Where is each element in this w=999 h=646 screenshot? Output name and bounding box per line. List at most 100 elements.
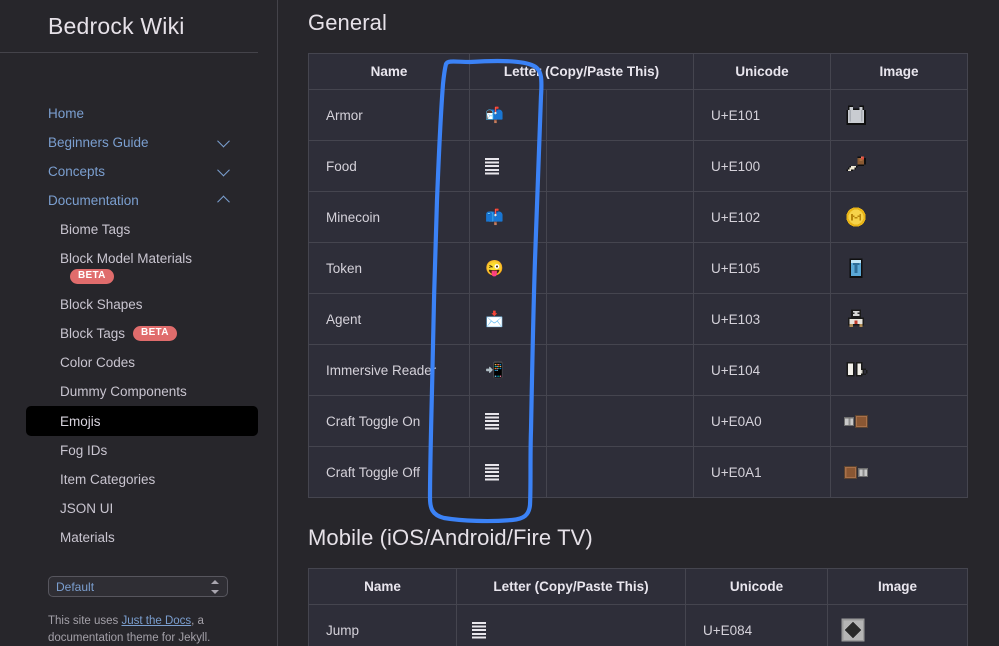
cell-letter[interactable] xyxy=(469,395,547,447)
sidebar-item-block-model-materials[interactable]: Block Model Materials BETA xyxy=(0,244,258,290)
token-icon xyxy=(849,258,863,278)
cell-letter[interactable] xyxy=(469,446,547,498)
sidebar-item-materials[interactable]: Materials xyxy=(0,523,258,552)
sidebar-nav: Home Beginners Guide Concepts Documentat… xyxy=(0,53,277,552)
site-title-container: Bedrock Wiki xyxy=(0,0,258,53)
tofu-glyph-icon xyxy=(485,412,499,430)
sidebar-item-block-tags[interactable]: Block Tags BETA xyxy=(0,319,258,348)
cell-image xyxy=(830,446,968,498)
tofu-glyph-icon xyxy=(485,463,499,481)
site-title[interactable]: Bedrock Wiki xyxy=(48,13,185,40)
table-row: Jump U+E084 xyxy=(308,604,968,646)
sidebar-item-concepts[interactable]: Concepts xyxy=(0,157,258,186)
just-the-docs-link[interactable]: Just the Docs xyxy=(122,615,192,627)
cell-unicode: U+E103 xyxy=(693,293,831,345)
cell-unicode: U+E102 xyxy=(693,191,831,243)
cell-unicode: U+E101 xyxy=(693,89,831,141)
cell-image xyxy=(827,604,968,646)
sidebar-item-label: Fog IDs xyxy=(60,443,108,458)
sidebar-item-item-categories[interactable]: Item Categories xyxy=(0,465,258,494)
table-row: Immersive Reader 📲 U+E104 xyxy=(308,344,968,396)
sidebar-item-label: Emojis xyxy=(60,413,101,429)
sidebar-item-documentation[interactable]: Documentation xyxy=(0,186,258,215)
craft-toggle-off-icon xyxy=(844,465,868,479)
column-header-image[interactable]: Image xyxy=(827,568,968,605)
cell-letter[interactable] xyxy=(456,604,686,646)
cell-letter-overflow xyxy=(546,242,694,294)
craft-toggle-on-icon xyxy=(844,414,868,428)
tofu-glyph-icon xyxy=(472,621,486,639)
sidebar-item-label: Home xyxy=(48,106,85,121)
cell-image xyxy=(830,140,968,192)
cell-letter[interactable]: 📬 xyxy=(469,89,547,141)
cell-unicode: U+E0A1 xyxy=(693,446,831,498)
chevron-down-icon[interactable] xyxy=(217,134,230,147)
table-row: Armor 📬 U+E101 xyxy=(308,89,968,141)
cell-unicode: U+E084 xyxy=(685,604,828,646)
armor-chestplate-icon xyxy=(846,105,866,125)
column-header-unicode[interactable]: Unicode xyxy=(685,568,828,605)
column-header-letter[interactable]: Letter (Copy/Paste This) xyxy=(469,53,694,90)
sidebar-item-fog-ids[interactable]: Fog IDs xyxy=(0,436,258,465)
cell-unicode: U+E0A0 xyxy=(693,395,831,447)
sidebar-item-label: Block Shapes xyxy=(60,297,143,312)
sidebar-item-json-ui[interactable]: JSON UI xyxy=(0,494,258,523)
cell-name: Immersive Reader xyxy=(308,344,470,396)
cell-name: Jump xyxy=(308,604,457,646)
jump-button-icon xyxy=(841,618,865,642)
cell-name: Agent xyxy=(308,293,470,345)
table-row: Token 😜 U+E105 xyxy=(308,242,968,294)
cell-name: Food xyxy=(308,140,470,192)
cell-unicode: U+E105 xyxy=(693,242,831,294)
table-row: Minecoin 📫 U+E102 xyxy=(308,191,968,243)
cell-letter[interactable]: 📩 xyxy=(469,293,547,345)
cell-image xyxy=(830,242,968,294)
cell-name: Craft Toggle On xyxy=(308,395,470,447)
column-header-name[interactable]: Name xyxy=(308,53,470,90)
cell-letter[interactable]: 📫 xyxy=(469,191,547,243)
sidebar-item-label: Beginners Guide xyxy=(48,135,149,150)
main-content: General Name Letter (Copy/Paste This) Un… xyxy=(278,0,999,646)
sidebar-item-label: Block Tags xyxy=(60,326,126,341)
sidebar-item-label: Dummy Components xyxy=(60,384,187,399)
column-header-name[interactable]: Name xyxy=(308,568,457,605)
tofu-glyph-icon xyxy=(485,157,499,175)
cell-letter-overflow xyxy=(546,140,694,192)
sidebar-item-emojis[interactable]: Emojis xyxy=(26,406,258,436)
column-header-image[interactable]: Image xyxy=(830,53,968,90)
sidebar-item-block-shapes[interactable]: Block Shapes xyxy=(0,290,258,319)
cell-name: Minecoin xyxy=(308,191,470,243)
general-emoji-table: Name Letter (Copy/Paste This) Unicode Im… xyxy=(308,53,968,498)
cell-letter[interactable] xyxy=(469,140,547,192)
cell-letter-overflow xyxy=(546,395,694,447)
sidebar-item-biome-tags[interactable]: Biome Tags xyxy=(0,215,258,244)
footer-text-before: This site uses xyxy=(48,615,122,627)
sidebar-item-home[interactable]: Home xyxy=(0,99,258,128)
beta-badge: BETA xyxy=(70,268,114,284)
cooked-chicken-icon xyxy=(846,156,866,171)
chevron-down-icon[interactable] xyxy=(217,163,230,176)
cell-letter[interactable]: 😜 xyxy=(469,242,547,294)
section-title-mobile: Mobile (iOS/Android/Fire TV) xyxy=(308,525,593,550)
sidebar-item-dummy-components[interactable]: Dummy Components xyxy=(0,377,258,406)
beta-badge: BETA xyxy=(133,326,177,341)
cell-name: Token xyxy=(308,242,470,294)
table-header-row: Name Letter (Copy/Paste This) Unicode Im… xyxy=(308,568,968,605)
theme-select[interactable]: Default xyxy=(48,576,228,597)
select-chevrons-icon[interactable] xyxy=(210,579,219,594)
sidebar-item-label: Color Codes xyxy=(60,355,136,370)
sidebar-item-label: Concepts xyxy=(48,164,106,179)
sidebar-item-beginners-guide[interactable]: Beginners Guide xyxy=(0,128,258,157)
mobile-emoji-table: Name Letter (Copy/Paste This) Unicode Im… xyxy=(308,568,968,646)
sidebar: Bedrock Wiki Home Beginners Guide Concep… xyxy=(0,0,278,646)
column-header-unicode[interactable]: Unicode xyxy=(693,53,831,90)
sidebar-item-color-codes[interactable]: Color Codes xyxy=(0,348,258,377)
cell-letter-overflow xyxy=(546,344,694,396)
column-header-letter[interactable]: Letter (Copy/Paste This) xyxy=(456,568,686,605)
sidebar-item-label: Documentation xyxy=(48,193,139,208)
chevron-up-icon[interactable] xyxy=(217,195,230,208)
sidebar-item-label: Item Categories xyxy=(60,472,156,487)
cell-letter[interactable]: 📲 xyxy=(469,344,547,396)
theme-select-value: Default xyxy=(56,579,95,594)
table-row: Agent 📩 U+E103 xyxy=(308,293,968,345)
